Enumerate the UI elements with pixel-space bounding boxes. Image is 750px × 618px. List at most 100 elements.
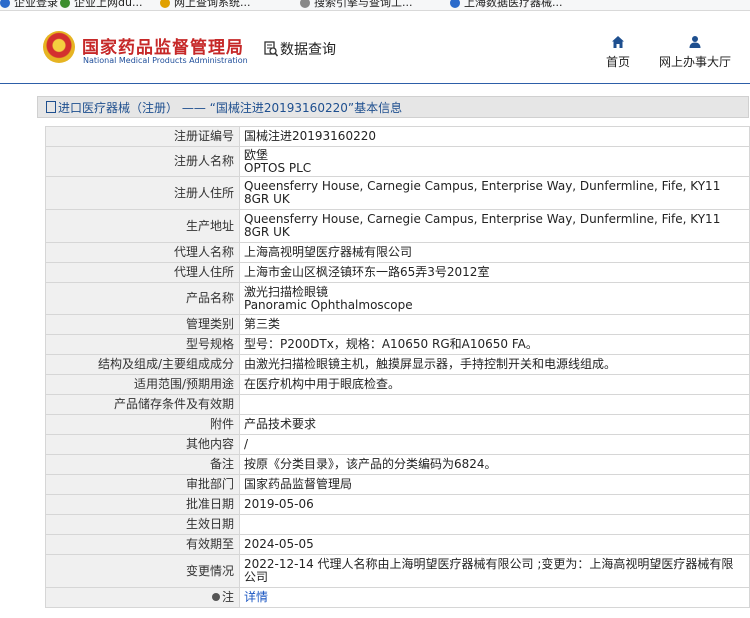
national-emblem-icon xyxy=(43,31,75,63)
bookmark-item[interactable]: 上海数据医疗器械... xyxy=(450,0,563,10)
field-label: 代理人名称 xyxy=(45,242,240,263)
table-row: 注册人住所 Queensferry House, Carnegie Campus… xyxy=(45,176,750,210)
field-label: 注册证编号 xyxy=(45,126,240,147)
bookmark-icon xyxy=(60,0,70,8)
data-query-link[interactable]: 数据查询 xyxy=(264,39,336,59)
field-value: 上海高视明望医疗器械有限公司 xyxy=(239,242,750,263)
field-label: 管理类别 xyxy=(45,314,240,335)
field-value: / xyxy=(239,434,750,455)
table-row: 管理类别 第三类 xyxy=(45,314,750,335)
browser-bookmarks-bar: 企业登录 企业上网du... 网上查询系统... 搜索引擎与查询工... 上海数… xyxy=(0,0,750,11)
device-detail-table: 注册证编号 国械注进20193160220 注册人名称 欧堡 OPTOS PLC… xyxy=(45,126,750,608)
site-header: 国家药品监督管理局 National Medical Products Admi… xyxy=(0,11,750,84)
table-row: 生效日期 xyxy=(45,514,750,535)
field-value: 由激光扫描检眼镜主机，触摸屏显示器，手持控制开关和电源线组成。 xyxy=(239,354,750,375)
field-label: 生效日期 xyxy=(45,514,240,535)
field-value-line: OPTOS PLC xyxy=(244,160,312,175)
home-icon xyxy=(612,36,624,48)
field-label: 注册人名称 xyxy=(45,146,240,177)
breadcrumb-category[interactable]: 进口医疗器械（注册） xyxy=(58,101,178,115)
table-row: 适用范围/预期用途 在医疗机构中用于眼底检查。 xyxy=(45,374,750,395)
table-row: 审批部门 国家药品监督管理局 xyxy=(45,474,750,495)
nav-online-hall-label: 网上办事大厅 xyxy=(659,55,732,69)
field-value: 在医疗机构中用于眼底检查。 xyxy=(239,374,750,395)
table-row: 产品名称 激光扫描检眼镜 Panoramic Ophthalmoscope xyxy=(45,282,750,315)
field-label: 有效期至 xyxy=(45,534,240,555)
field-value-line: Panoramic Ophthalmoscope xyxy=(244,297,413,312)
field-label: 结构及组成/主要组成成分 xyxy=(45,354,240,375)
detail-table-wrapper: 注册证编号 国械注进20193160220 注册人名称 欧堡 OPTOS PLC… xyxy=(45,126,750,608)
bookmark-item[interactable]: 企业登录 xyxy=(0,0,58,10)
field-label: 产品储存条件及有效期 xyxy=(45,394,240,415)
data-query-icon xyxy=(264,41,278,57)
field-label: 其他内容 xyxy=(45,434,240,455)
field-value-line: 激光扫描检眼镜 xyxy=(244,284,329,299)
field-value: Queensferry House, Carnegie Campus, Ente… xyxy=(239,176,750,210)
table-row: 有效期至 2024-05-05 xyxy=(45,534,750,555)
field-value: 2022-12-14 代理人名称由上海明望医疗器械有限公司 ;变更为：上海高视明… xyxy=(239,554,750,588)
field-value: 第三类 xyxy=(239,314,750,335)
table-row: 注册人名称 欧堡 OPTOS PLC xyxy=(45,146,750,177)
bookmark-icon xyxy=(450,0,460,8)
table-row: 批准日期 2019-05-06 xyxy=(45,494,750,515)
bookmark-item[interactable]: 网上查询系统... xyxy=(160,0,251,10)
field-label: 注册人住所 xyxy=(45,176,240,210)
field-value: 产品技术要求 xyxy=(239,414,750,435)
table-row: 产品储存条件及有效期 xyxy=(45,394,750,415)
table-row: 其他内容 / xyxy=(45,434,750,455)
field-value: 2019-05-06 xyxy=(239,494,750,515)
table-row: 型号规格 型号：P200DTx，规格：A10650 RG和A10650 FA。 xyxy=(45,334,750,355)
site-subtitle: National Medical Products Administration xyxy=(83,56,248,65)
field-label: 型号规格 xyxy=(45,334,240,355)
field-label-text: 注 xyxy=(221,590,234,604)
field-label: 生产地址 xyxy=(45,209,240,243)
table-row: 生产地址 Queensferry House, Carnegie Campus,… xyxy=(45,209,750,243)
field-label: 适用范围/预期用途 xyxy=(45,374,240,395)
field-label: 附件 xyxy=(45,414,240,435)
field-label: 产品名称 xyxy=(45,282,240,315)
site-title[interactable]: 国家药品监督管理局 xyxy=(82,33,244,58)
field-value: 按原《分类目录》，该产品的分类编码为6824。 xyxy=(239,454,750,475)
bookmark-icon xyxy=(0,0,10,8)
breadcrumb-separator: —— xyxy=(178,101,210,115)
field-value: 国家药品监督管理局 xyxy=(239,474,750,495)
document-icon xyxy=(46,101,56,113)
field-value: 2024-05-05 xyxy=(239,534,750,555)
table-row: 结构及组成/主要组成成分 由激光扫描检眼镜主机，触摸屏显示器，手持控制开关和电源… xyxy=(45,354,750,375)
field-value xyxy=(239,514,750,535)
field-label: 批准日期 xyxy=(45,494,240,515)
field-value: 型号：P200DTx，规格：A10650 RG和A10650 FA。 xyxy=(239,334,750,355)
table-row: 备注 按原《分类目录》，该产品的分类编码为6824。 xyxy=(45,454,750,475)
field-value: Queensferry House, Carnegie Campus, Ente… xyxy=(239,209,750,243)
nav-home-label: 首页 xyxy=(606,55,631,69)
bookmark-icon xyxy=(160,0,170,8)
field-value: 激光扫描检眼镜 Panoramic Ophthalmoscope xyxy=(239,282,750,315)
field-label: 注 xyxy=(45,587,240,608)
field-label: 备注 xyxy=(45,454,240,475)
table-row: 变更情况 2022-12-14 代理人名称由上海明望医疗器械有限公司 ;变更为：… xyxy=(45,554,750,588)
field-label: 审批部门 xyxy=(45,474,240,495)
field-value: 国械注进20193160220 xyxy=(239,126,750,147)
data-query-label: 数据查询 xyxy=(280,42,336,58)
table-row: 附件 产品技术要求 xyxy=(45,414,750,435)
table-row: 代理人住所 上海市金山区枫泾镇环东一路65弄3号2012室 xyxy=(45,262,750,283)
bookmark-item[interactable]: 企业上网du... xyxy=(60,0,142,10)
breadcrumb: 进口医疗器械（注册） —— “国械注进20193160220”基本信息 xyxy=(37,96,749,118)
note-icon xyxy=(211,593,220,601)
bookmark-icon xyxy=(300,0,310,8)
table-row: 注册证编号 国械注进20193160220 xyxy=(45,126,750,147)
nav-online-hall[interactable]: 网上办事大厅 xyxy=(659,35,731,70)
breadcrumb-record: “国械注进20193160220” xyxy=(209,101,355,115)
field-value: 上海市金山区枫泾镇环东一路65弄3号2012室 xyxy=(239,262,750,283)
details-link[interactable]: 详情 xyxy=(244,590,268,604)
breadcrumb-suffix: 基本信息 xyxy=(354,101,403,115)
field-value: 详情 xyxy=(239,587,750,608)
table-row: 代理人名称 上海高视明望医疗器械有限公司 xyxy=(45,242,750,263)
table-row: 注 详情 xyxy=(45,587,750,608)
field-label: 代理人住所 xyxy=(45,262,240,283)
field-value-line: 欧堡 xyxy=(244,147,269,162)
nav-home[interactable]: 首页 xyxy=(606,35,630,70)
field-label: 变更情况 xyxy=(45,554,240,588)
bookmark-item[interactable]: 搜索引擎与查询工... xyxy=(300,0,413,10)
field-value xyxy=(239,394,750,415)
